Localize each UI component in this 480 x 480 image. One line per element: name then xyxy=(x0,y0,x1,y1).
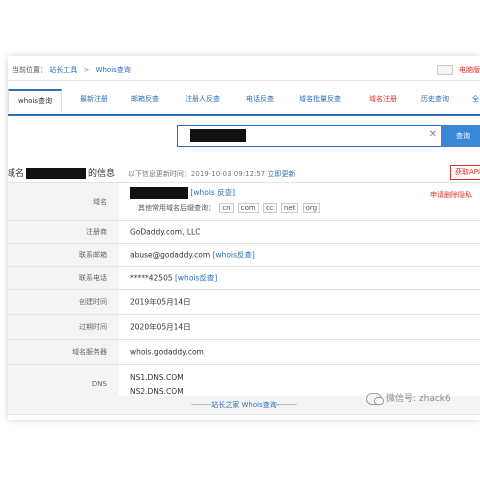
table-row-expires: 过期时间 2020年05月14日 xyxy=(8,315,480,340)
tab-phone-reverse[interactable]: 电话反查 xyxy=(246,94,274,104)
row-label: 联系电话 xyxy=(79,274,107,282)
whois-reverse-link[interactable]: [whois 反查] xyxy=(190,188,235,197)
phone-value-group: *****42505 [whois反查] xyxy=(130,273,217,284)
row-label: 过期时间 xyxy=(79,323,107,331)
table-row-phone: 联系电话 *****42505 [whois反查] xyxy=(8,267,480,290)
update-now-link[interactable]: 立即更新 xyxy=(268,170,296,178)
suffix-com-button[interactable]: com xyxy=(237,203,259,213)
table-row-created: 创建时间 2019年05月14日 xyxy=(8,290,480,315)
info-title-prefix: 域名 xyxy=(8,169,25,179)
redacted-domain-value xyxy=(130,187,188,199)
desktop-version-label: 电脑版 xyxy=(459,66,480,74)
wechat-icon xyxy=(366,392,384,405)
suffix-org-button[interactable]: org xyxy=(302,203,321,213)
tool-tabs: whois查询 最新注册 邮箱反查 注册人反查 电话反查 域名批量反查 域名注册… xyxy=(8,89,480,116)
redacted-domain-block xyxy=(190,129,246,142)
row-label: 联系邮箱 xyxy=(79,251,107,259)
watermark-text: 微信号: zhack6 xyxy=(386,394,451,404)
toggle-switch-icon xyxy=(436,65,453,75)
tab-whois-query[interactable]: whois查询 xyxy=(8,89,63,113)
row-label: 域名 xyxy=(93,197,107,206)
created-date-value: 2019年05月14日 xyxy=(130,297,191,307)
tab-more[interactable]: 全 xyxy=(472,94,479,104)
phone-value: *****42505 xyxy=(130,273,173,283)
suffix-cn-button[interactable]: cn xyxy=(219,203,234,213)
registrar-value: GoDaddy.com, LLC xyxy=(130,227,201,237)
suffix-query-label: 其他常用域名后缀查询： xyxy=(138,204,215,212)
tab-registrant-reverse[interactable]: 注册人反查 xyxy=(185,94,220,104)
breadcrumb-separator: > xyxy=(83,66,90,74)
phone-whois-reverse-link[interactable]: [whois反查] xyxy=(175,274,217,283)
update-time-text: 以下信息更新时间：2019-10-03 09:12:57 xyxy=(127,170,266,178)
suffix-net-button[interactable]: net xyxy=(280,203,299,213)
whois-server-value: whois.godaddy.com xyxy=(130,347,204,357)
row-label: 注册商 xyxy=(86,228,107,236)
wechat-watermark: 微信号: zhack6 xyxy=(366,391,451,405)
tab-batch-domain-reverse[interactable]: 域名批量反查 xyxy=(299,94,341,104)
expiry-date-value: 2020年05月14日 xyxy=(130,322,191,332)
table-row-email: 联系邮箱 abuse@godaddy.com [whois反查] xyxy=(8,244,480,267)
tab-domain-register[interactable]: 域名注册 xyxy=(369,94,397,104)
email-whois-reverse-link[interactable]: [whois反查] xyxy=(213,251,255,260)
redacted-domain-name xyxy=(26,168,87,179)
info-title-suffix: 的信息 xyxy=(88,169,116,179)
row-label: DNS xyxy=(91,380,107,388)
email-value-group: abuse@godaddy.com [whois反查] xyxy=(130,250,255,261)
whois-info-table: 域名 [whois 反查] 其他常用域名后缀查询： cn com cc net … xyxy=(8,182,480,404)
whois-page: 当前位置： 站长工具 > Whois查询 电脑版 whois查询 最新注册 邮箱… xyxy=(8,56,480,420)
dns-server-1: NS1.DNS.COM xyxy=(130,373,184,382)
breadcrumb: 当前位置： 站长工具 > Whois查询 xyxy=(12,65,131,75)
row-label: 域名服务器 xyxy=(72,348,107,356)
domain-info-header: 域名 的信息 以下信息更新时间：2019-10-03 09:12:57 立即更新 xyxy=(8,166,296,179)
header-divider xyxy=(8,80,480,81)
tab-email-reverse[interactable]: 邮箱反查 xyxy=(131,94,159,104)
desktop-version-toggle[interactable]: 电脑版 xyxy=(436,65,480,75)
row-label: 创建时间 xyxy=(79,298,107,306)
search-button[interactable]: 查询 xyxy=(441,125,480,147)
table-row-server: 域名服务器 whois.godaddy.com xyxy=(8,340,480,365)
breadcrumb-home-link[interactable]: 站长工具 xyxy=(49,66,77,74)
table-row-domain: 域名 [whois 反查] 其他常用域名后缀查询： cn com cc net … xyxy=(8,183,480,221)
tab-latest-registered[interactable]: 最新注册 xyxy=(80,94,108,104)
get-api-button[interactable]: 获取API xyxy=(450,165,480,180)
breadcrumb-current-link[interactable]: Whois查询 xyxy=(96,66,131,74)
email-value: abuse@godaddy.com xyxy=(130,250,211,260)
delete-privacy-link[interactable]: 申请删除隐私 xyxy=(430,190,472,200)
table-row-registrar: 注册商 GoDaddy.com, LLC xyxy=(8,221,480,244)
domain-search-input[interactable]: ✕ xyxy=(177,125,442,147)
clear-icon[interactable]: ✕ xyxy=(429,129,437,140)
suffix-cc-button[interactable]: cc xyxy=(262,203,277,213)
breadcrumb-prefix: 当前位置： xyxy=(12,66,47,74)
tab-history-query[interactable]: 历史查询 xyxy=(421,94,449,104)
